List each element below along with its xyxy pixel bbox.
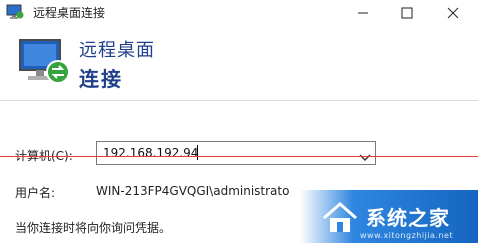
window-title: 远程桌面连接 [33, 6, 106, 20]
maximize-icon [401, 7, 413, 19]
close-icon [447, 7, 459, 19]
close-button[interactable] [430, 0, 476, 26]
watermark-text: 系统之家 [366, 206, 450, 230]
computer-input[interactable]: 192.168.192.94 [103, 146, 198, 160]
text-caret [197, 145, 198, 160]
header-divider [0, 100, 478, 101]
watermark-banner: 系统之家 www.xitongzhijia.net [300, 190, 478, 243]
minimize-button[interactable] [340, 0, 386, 26]
user-value: WIN-213FP4GVQGI\administrato [96, 184, 290, 198]
computer-combobox[interactable]: 192.168.192.94 [96, 141, 376, 165]
remote-desktop-icon [6, 4, 24, 20]
remote-desktop-icon [16, 36, 72, 88]
dialog-header: 远程桌面 连接 [0, 26, 478, 100]
house-logo-icon [320, 198, 360, 236]
maximize-button[interactable] [384, 0, 430, 26]
minimize-icon [358, 12, 368, 14]
header-title-line1: 远程桌面 [79, 40, 155, 61]
credentials-note: 当你连接时将向你询问凭据。 [15, 221, 172, 235]
user-label: 用户名: [15, 186, 56, 200]
header-title-line2: 连接 [79, 67, 123, 91]
watermark-url: www.xitongzhijia.net [360, 231, 454, 240]
annotation-line [0, 156, 478, 157]
title-bar: 远程桌面连接 [0, 0, 478, 26]
